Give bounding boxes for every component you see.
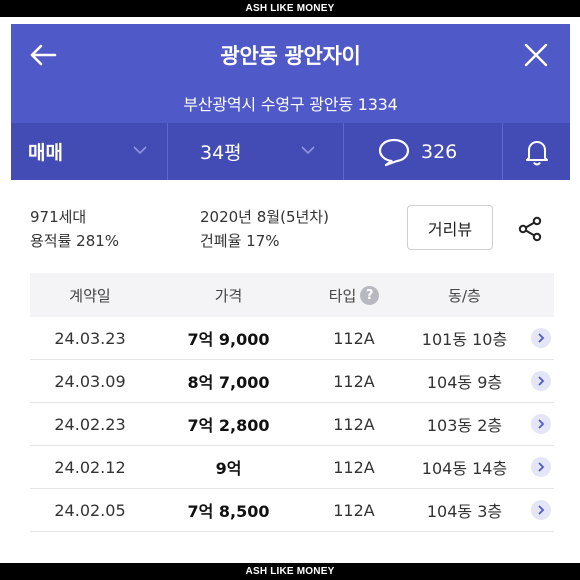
row-detail[interactable]	[528, 414, 554, 434]
coverage-text: 건폐율 17%	[200, 232, 280, 250]
share-icon	[518, 216, 542, 242]
row-detail[interactable]	[528, 371, 554, 391]
size-dropdown[interactable]: 34평	[168, 123, 344, 180]
row-price: 7억 8,500	[187, 502, 270, 521]
header-unit: 동/층	[448, 286, 481, 305]
row-type: 112A	[333, 414, 375, 434]
complex-summary: 971세대 용적률 281% 2020년 8월(5년차) 건폐율 17% 거리뷰	[30, 205, 554, 265]
row-unit: 101동 10층	[421, 330, 508, 349]
header-price: 가격	[214, 286, 243, 305]
row-date: 24.02.23	[54, 414, 126, 434]
row-unit: 103동 2층	[426, 416, 503, 435]
comment-count: 326	[421, 140, 458, 163]
table-row[interactable]: 24.03.09 8억 7,000 112A 104동 9층	[30, 360, 554, 403]
address-text: 부산광역시 수영구 광안동 1334	[183, 95, 398, 114]
chevron-down-icon	[301, 146, 315, 155]
header-type-label: 타입	[328, 286, 357, 305]
chevron-down-icon	[133, 146, 147, 155]
row-unit: 104동 9층	[426, 373, 503, 392]
households-text: 971세대	[30, 208, 87, 226]
summary-left: 971세대 용적률 281%	[30, 205, 119, 253]
row-type: 112A	[333, 328, 375, 348]
table-row[interactable]: 24.03.23 7억 9,000 112A 101동 10층	[30, 317, 554, 360]
help-icon[interactable]: ?	[360, 285, 380, 305]
row-date: 24.03.09	[54, 371, 126, 391]
chevron-right-icon	[531, 500, 551, 520]
table-row[interactable]: 24.02.23 7억 2,800 112A 103동 2층	[30, 403, 554, 446]
bell-icon	[525, 140, 548, 166]
transaction-table: 계약일 가격 타입 ? 동/층 24.03.23 7억 9,000 112A 1…	[30, 273, 554, 532]
table-row[interactable]: 24.02.05 7억 8,500 112A 104동 3층	[30, 489, 554, 532]
top-watermark-bar: ASH LIKE MONEY	[0, 0, 580, 17]
far-text: 용적률 281%	[30, 232, 120, 250]
row-price: 7억 9,000	[187, 330, 270, 349]
row-unit: 104동 3층	[426, 502, 503, 521]
row-detail[interactable]	[528, 457, 554, 477]
speech-bubble-icon	[378, 138, 410, 166]
table-row[interactable]: 24.02.12 9억 112A 104동 14층	[30, 446, 554, 489]
size-label: 34평	[200, 142, 242, 164]
close-button[interactable]	[520, 39, 552, 71]
bottom-watermark-bar: ASH LIKE MONEY	[0, 563, 580, 580]
notification-button[interactable]	[503, 123, 570, 180]
chevron-right-icon	[531, 371, 551, 391]
header-date: 계약일	[69, 286, 111, 305]
row-type: 112A	[333, 500, 375, 520]
table-header: 계약일 가격 타입 ? 동/층	[30, 273, 554, 317]
header-type: 타입 ?	[307, 285, 401, 306]
row-type: 112A	[333, 371, 375, 391]
row-type: 112A	[333, 457, 375, 477]
trade-type-label: 매매	[28, 142, 63, 164]
street-view-button[interactable]: 거리뷰	[407, 205, 493, 250]
built-year-text: 2020년 8월(5년차)	[200, 208, 329, 226]
filter-bar: 매매 34평 326	[11, 123, 570, 180]
row-date: 24.03.23	[54, 328, 126, 348]
row-date: 24.02.05	[54, 500, 126, 520]
share-button[interactable]	[515, 214, 545, 244]
comments-button[interactable]: 326	[344, 123, 503, 180]
header: 광안동 광안자이 부산광역시 수영구 광안동 1334 매매 34평 326	[11, 24, 570, 180]
row-detail[interactable]	[528, 500, 554, 520]
row-price: 8억 7,000	[187, 373, 270, 392]
page-title: 광안동 광안자이	[220, 44, 361, 68]
row-unit: 104동 14층	[421, 459, 508, 478]
app-frame: 광안동 광안자이 부산광역시 수영구 광안동 1334 매매 34평 326 9…	[0, 17, 580, 563]
chevron-right-icon	[531, 414, 551, 434]
row-detail[interactable]	[528, 328, 554, 348]
chevron-right-icon	[531, 457, 551, 477]
close-icon	[524, 43, 548, 67]
row-date: 24.02.12	[54, 457, 126, 477]
chevron-right-icon	[531, 328, 551, 348]
summary-right: 2020년 8월(5년차) 건폐율 17%	[200, 205, 329, 253]
row-price: 9억	[215, 459, 242, 478]
trade-type-dropdown[interactable]: 매매	[11, 123, 168, 180]
row-price: 7억 2,800	[187, 416, 270, 435]
